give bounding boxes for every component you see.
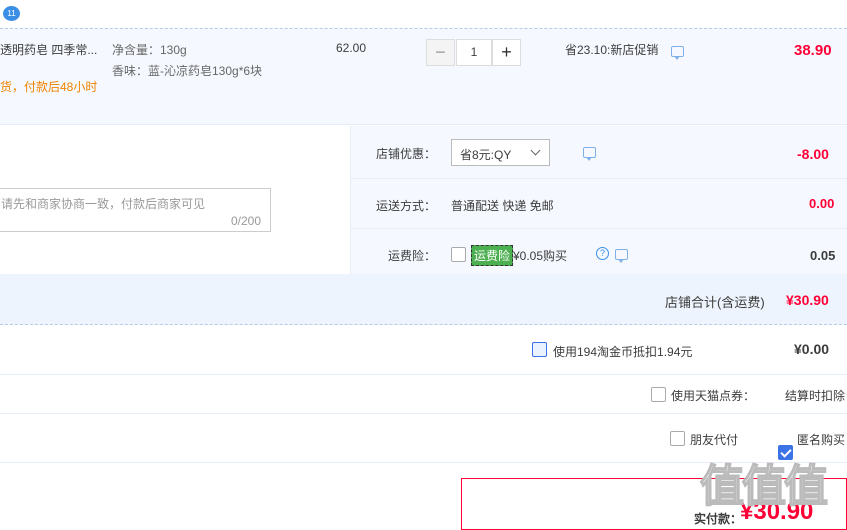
message-icon[interactable]: [671, 46, 684, 60]
shipping-text: 普通配送 快递 免邮: [451, 199, 554, 213]
watermark-logo: 值值值: [699, 460, 829, 513]
taobao-coin-checkbox[interactable]: [532, 342, 547, 357]
divider: [0, 413, 847, 414]
shop-total-label: 店铺合计(含运费): [665, 295, 765, 310]
friend-pay-label: 朋友代付: [690, 433, 739, 447]
taobao-coin-value: ¥0.00: [794, 341, 830, 357]
chevron-down-icon: [530, 145, 541, 156]
shop-discount-value: -8.00: [797, 146, 829, 162]
insurance-value: 0.05: [810, 248, 836, 263]
insurance-price: ¥0.05购买: [513, 249, 568, 263]
tmall-points-checkbox[interactable]: [651, 387, 666, 402]
message-box[interactable]: 请先和商家协商一致，付款后商家可见 0/200: [0, 188, 271, 232]
message-counter: 0/200: [230, 214, 261, 228]
insurance-tag: 运费险: [471, 245, 514, 266]
cart-badge-icon: 11: [3, 6, 20, 21]
tmall-points-label: 使用天猫点券：: [671, 389, 756, 403]
insurance-label: 运费险：: [388, 249, 437, 263]
insurance-checkbox[interactable]: [451, 247, 466, 262]
message-icon[interactable]: [614, 249, 628, 263]
tmall-points-note: 结算时扣除: [785, 389, 846, 403]
shipping-label: 运送方式：: [376, 199, 437, 213]
shop-total-value: ¥30.90: [786, 292, 829, 308]
divider: [350, 178, 847, 179]
shop-discount-label: 店铺优惠：: [376, 147, 437, 161]
product-subtotal: 38.90: [794, 42, 832, 59]
shop-discount-select-value: 省8元:QY: [460, 148, 512, 162]
friend-pay-checkbox[interactable]: [670, 431, 685, 446]
anonymous-label: 匿名购买: [797, 433, 846, 447]
delivery-promise: 货，付款后48小时: [0, 80, 98, 94]
message-placeholder: 请先和商家协商一致，付款后商家可见: [1, 197, 206, 211]
spec-weight: 净含量：130g: [112, 43, 187, 57]
divider: [0, 374, 847, 375]
quantity-plus-button[interactable]: +: [492, 39, 521, 66]
divider: [350, 228, 847, 229]
quantity-minus-button[interactable]: −: [426, 39, 455, 66]
quantity-input[interactable]: 1: [456, 39, 492, 66]
unit-price: 62.00: [336, 41, 367, 55]
help-icon[interactable]: ?: [596, 247, 609, 260]
product-title[interactable]: 透明药皂 四季常...: [0, 41, 97, 58]
taobao-coin-label: 使用194淘金币抵扣1.94元: [553, 345, 693, 359]
discount-note: 省23.10:新店促销: [565, 43, 659, 57]
message-icon[interactable]: [583, 147, 597, 161]
shop-discount-select[interactable]: 省8元:QY: [451, 139, 550, 166]
spec-scent: 香味：蓝-沁凉药皂130g*6块: [112, 64, 263, 78]
shipping-value: 0.00: [809, 196, 835, 211]
